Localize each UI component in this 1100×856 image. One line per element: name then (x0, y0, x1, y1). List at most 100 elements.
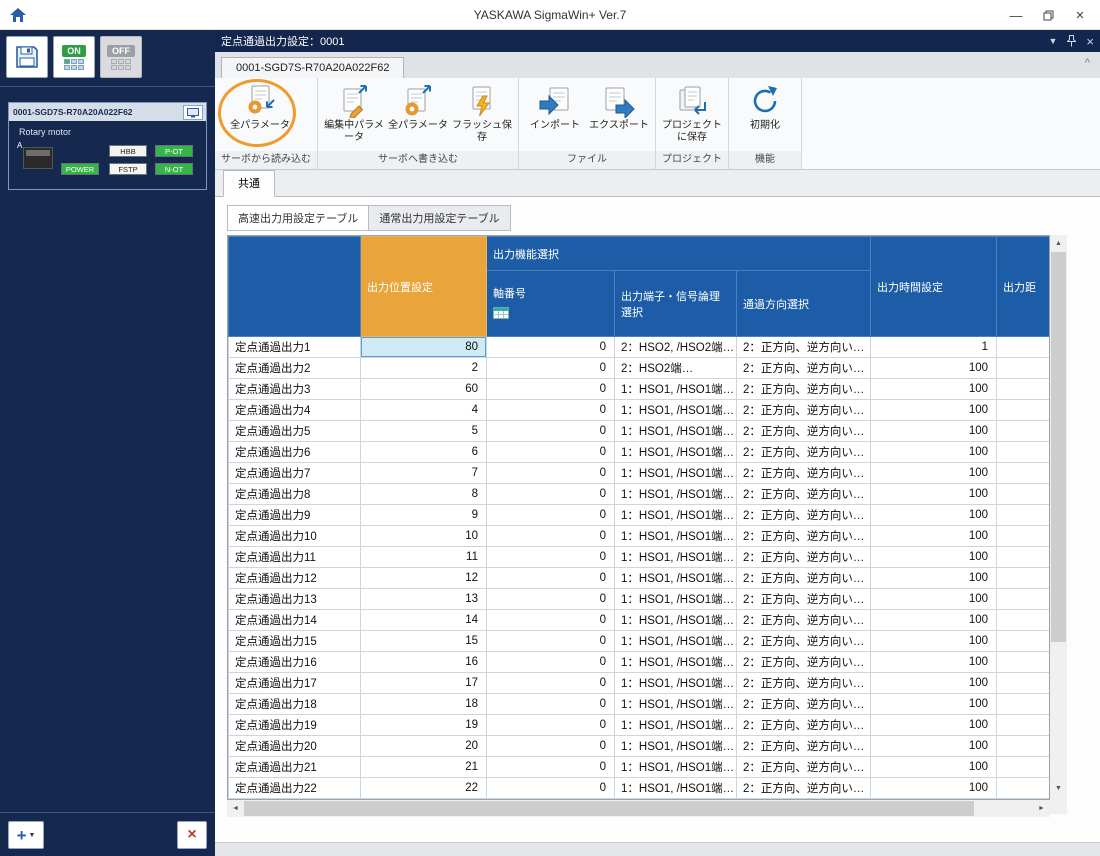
cell-row-label[interactable]: 定点通過出力2 (229, 358, 361, 379)
collapse-ribbon-icon[interactable]: ^ (1085, 57, 1090, 69)
cell-time[interactable]: 100 (871, 736, 997, 757)
device-panel[interactable]: 0001-SGD7S-R70A20A022F62 Rotary motor A … (8, 102, 207, 190)
cell-row-label[interactable]: 定点通過出力16 (229, 652, 361, 673)
tab-common[interactable]: 共通 (223, 170, 275, 197)
cell-distance[interactable] (997, 547, 1050, 568)
cell-row-label[interactable]: 定点通過出力15 (229, 631, 361, 652)
cell-terminal[interactable]: 1：HSO1, /HSO1端… (615, 673, 737, 694)
cell-time[interactable]: 100 (871, 757, 997, 778)
cell-direction[interactable]: 2：正方向、逆方向い… (737, 694, 871, 715)
cell-position[interactable]: 14 (361, 610, 487, 631)
cell-terminal[interactable]: 1：HSO1, /HSO1端… (615, 421, 737, 442)
cell-terminal[interactable]: 1：HSO1, /HSO1端… (615, 715, 737, 736)
cell-direction[interactable]: 2：正方向、逆方向い… (737, 652, 871, 673)
cell-direction[interactable]: 2：正方向、逆方向い… (737, 673, 871, 694)
cell-terminal[interactable]: 1：HSO1, /HSO1端… (615, 526, 737, 547)
cell-axis[interactable]: 0 (487, 568, 615, 589)
horizontal-scroll-thumb[interactable] (244, 801, 974, 816)
servo-on-button[interactable]: ON (53, 36, 95, 78)
cell-distance[interactable] (997, 652, 1050, 673)
cell-row-label[interactable]: 定点通過出力22 (229, 778, 361, 799)
cell-terminal[interactable]: 1：HSO1, /HSO1端… (615, 694, 737, 715)
panel-close-icon[interactable]: × (1086, 34, 1094, 49)
vertical-scrollbar[interactable]: ▲ ▼ (1050, 235, 1067, 797)
cell-position[interactable]: 11 (361, 547, 487, 568)
cell-terminal[interactable]: 1：HSO1, /HSO1端… (615, 505, 737, 526)
cell-row-label[interactable]: 定点通過出力20 (229, 736, 361, 757)
cell-direction[interactable]: 2：正方向、逆方向い… (737, 463, 871, 484)
cell-terminal[interactable]: 1：HSO1, /HSO1端… (615, 379, 737, 400)
cell-distance[interactable] (997, 631, 1050, 652)
cell-axis[interactable]: 0 (487, 715, 615, 736)
cell-distance[interactable] (997, 757, 1050, 778)
cell-axis[interactable]: 0 (487, 484, 615, 505)
restore-button[interactable] (1032, 2, 1064, 28)
cell-direction[interactable]: 2：正方向、逆方向い… (737, 526, 871, 547)
scroll-up-icon[interactable]: ▲ (1050, 235, 1067, 252)
cell-direction[interactable]: 2：正方向、逆方向い… (737, 568, 871, 589)
cell-row-label[interactable]: 定点通過出力7 (229, 463, 361, 484)
cell-direction[interactable]: 2：正方向、逆方向い… (737, 505, 871, 526)
cell-position[interactable]: 8 (361, 484, 487, 505)
cell-axis[interactable]: 0 (487, 757, 615, 778)
cell-time[interactable]: 100 (871, 610, 997, 631)
cell-row-label[interactable]: 定点通過出力1 (229, 337, 361, 358)
cell-axis[interactable]: 0 (487, 610, 615, 631)
initialize-button[interactable]: 初期化 (733, 81, 797, 151)
cell-distance[interactable] (997, 610, 1050, 631)
cell-time[interactable]: 100 (871, 652, 997, 673)
cell-time[interactable]: 100 (871, 442, 997, 463)
export-button[interactable]: エクスポート (587, 81, 651, 151)
cell-terminal[interactable]: 1：HSO1, /HSO1端… (615, 484, 737, 505)
cell-direction[interactable]: 2：正方向、逆方向い… (737, 631, 871, 652)
cell-direction[interactable]: 2：正方向、逆方向い… (737, 400, 871, 421)
write-all-params-button[interactable]: 全パラメータ (386, 81, 450, 151)
cell-axis[interactable]: 0 (487, 736, 615, 757)
cell-position[interactable]: 60 (361, 379, 487, 400)
cell-axis[interactable]: 0 (487, 463, 615, 484)
cell-distance[interactable] (997, 673, 1050, 694)
cell-time[interactable]: 100 (871, 631, 997, 652)
cell-terminal[interactable]: 1：HSO1, /HSO1端… (615, 778, 737, 799)
cell-row-label[interactable]: 定点通過出力18 (229, 694, 361, 715)
cell-terminal[interactable]: 1：HSO1, /HSO1端… (615, 757, 737, 778)
cell-distance[interactable] (997, 337, 1050, 358)
cell-terminal[interactable]: 1：HSO1, /HSO1端… (615, 610, 737, 631)
cell-terminal[interactable]: 2：HSO2, /HSO2端… (615, 337, 737, 358)
cell-time[interactable]: 100 (871, 715, 997, 736)
scroll-right-icon[interactable]: ► (1033, 800, 1050, 817)
cell-axis[interactable]: 0 (487, 442, 615, 463)
cell-direction[interactable]: 2：正方向、逆方向い… (737, 547, 871, 568)
cell-position[interactable]: 6 (361, 442, 487, 463)
cell-position[interactable]: 10 (361, 526, 487, 547)
cell-row-label[interactable]: 定点通過出力14 (229, 610, 361, 631)
write-edited-params-button[interactable]: 編集中パラメータ (322, 81, 386, 151)
cell-time[interactable]: 100 (871, 589, 997, 610)
cell-distance[interactable] (997, 400, 1050, 421)
cell-position[interactable]: 5 (361, 421, 487, 442)
cell-direction[interactable]: 2：正方向、逆方向い… (737, 715, 871, 736)
cell-position[interactable]: 19 (361, 715, 487, 736)
cell-row-label[interactable]: 定点通過出力9 (229, 505, 361, 526)
remove-axis-button[interactable]: × (177, 821, 207, 849)
cell-position[interactable]: 7 (361, 463, 487, 484)
cell-distance[interactable] (997, 421, 1050, 442)
subtab-normal-output[interactable]: 通常出力用設定テーブル (369, 205, 510, 231)
cell-position[interactable]: 21 (361, 757, 487, 778)
cell-distance[interactable] (997, 379, 1050, 400)
cell-time[interactable]: 100 (871, 400, 997, 421)
cell-position[interactable]: 80 (361, 337, 487, 358)
cell-row-label[interactable]: 定点通過出力13 (229, 589, 361, 610)
cell-time[interactable]: 100 (871, 526, 997, 547)
cell-position[interactable]: 20 (361, 736, 487, 757)
cell-position[interactable]: 22 (361, 778, 487, 799)
cell-distance[interactable] (997, 463, 1050, 484)
cell-axis[interactable]: 0 (487, 673, 615, 694)
cell-direction[interactable]: 2：正方向、逆方向い… (737, 589, 871, 610)
add-axis-button[interactable]: + ▼ (8, 821, 44, 849)
cell-position[interactable]: 13 (361, 589, 487, 610)
cell-distance[interactable] (997, 442, 1050, 463)
cell-distance[interactable] (997, 526, 1050, 547)
import-button[interactable]: インポート (523, 81, 587, 151)
flash-save-button[interactable]: フラッシュ保存 (450, 81, 514, 151)
